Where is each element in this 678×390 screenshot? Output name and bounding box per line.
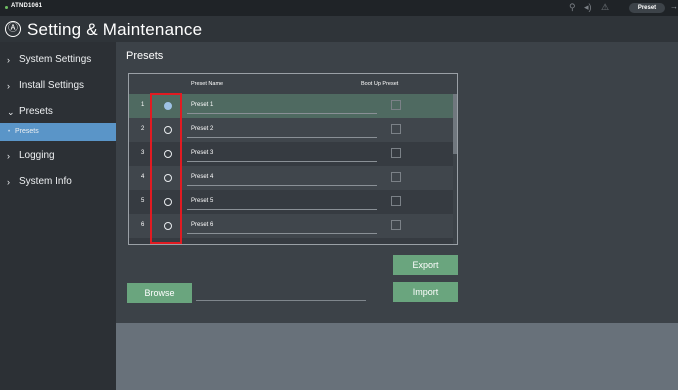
page-title: Presets	[126, 50, 164, 62]
sidebar-subitem-presets[interactable]: • Presets	[0, 123, 116, 141]
link-icon: ⚲	[569, 2, 576, 12]
row-number: 1	[141, 102, 145, 108]
row-number: 4	[141, 174, 145, 180]
sidebar-item-system-settings[interactable]: › System Settings	[0, 48, 116, 72]
lower-panel	[116, 323, 678, 390]
boot-up-preset-checkbox[interactable]	[391, 196, 401, 206]
scrollbar-thumb[interactable]	[453, 94, 457, 154]
sidebar-item-label: Logging	[19, 150, 55, 161]
column-header-preset-name: Preset Name	[191, 81, 224, 87]
table-scrollbar[interactable]	[453, 94, 457, 244]
app-title: Setting & Maintenance	[27, 20, 203, 39]
arrow-right-icon[interactable]: →	[670, 2, 678, 11]
preset-name-field[interactable]: Preset 5	[187, 194, 377, 210]
file-path-field[interactable]	[196, 300, 366, 301]
chevron-right-icon: ›	[7, 177, 10, 187]
preset-button[interactable]: Preset	[629, 3, 665, 13]
sidebar-item-label: System Info	[19, 176, 72, 187]
boot-up-preset-checkbox[interactable]	[391, 220, 401, 230]
device-name: ATND1061	[11, 3, 43, 9]
sidebar-item-system-info[interactable]: › System Info	[0, 170, 116, 194]
chevron-right-icon: ›	[7, 81, 10, 91]
bullet-icon: •	[8, 129, 11, 135]
chevron-right-icon: ›	[7, 55, 10, 65]
preset-name-field[interactable]: Preset 2	[187, 122, 377, 138]
top-bar: ATND1061 ⚲ ◂) ⚠ Preset →	[0, 0, 678, 16]
preset-name-field[interactable]: Preset 1	[187, 98, 377, 114]
export-button[interactable]: Export	[393, 255, 458, 275]
table-header: Preset Name Boot Up Preset	[129, 74, 457, 94]
column-header-boot-up-preset: Boot Up Preset	[361, 81, 399, 87]
row-number: 5	[141, 198, 145, 204]
import-button[interactable]: Import	[393, 282, 458, 302]
chevron-right-icon: ›	[7, 151, 10, 161]
row-number: 6	[141, 222, 145, 228]
signal-icon: ◂)	[584, 2, 592, 12]
sidebar-item-presets[interactable]: ⌄ Presets	[0, 100, 116, 124]
sidebar: › System Settings › Install Settings ⌄ P…	[0, 42, 116, 390]
radio-column-highlight	[150, 93, 182, 244]
title-bar: Ⓐ Setting & Maintenance	[0, 16, 678, 42]
sidebar-item-install-settings[interactable]: › Install Settings	[0, 74, 116, 98]
row-number: 3	[141, 150, 145, 156]
chevron-down-icon: ⌄	[7, 107, 15, 117]
audio-technica-logo-icon: Ⓐ	[5, 21, 21, 37]
status-dot-icon	[5, 6, 8, 9]
boot-up-preset-checkbox[interactable]	[391, 148, 401, 158]
sidebar-item-label: Install Settings	[19, 80, 85, 91]
sidebar-item-label: Presets	[19, 106, 53, 117]
sidebar-item-label: System Settings	[19, 54, 92, 65]
boot-up-preset-checkbox[interactable]	[391, 244, 401, 245]
browse-button[interactable]: Browse	[127, 283, 192, 303]
boot-up-preset-checkbox[interactable]	[391, 124, 401, 134]
preset-name-field[interactable]: Preset 6	[187, 218, 377, 234]
preset-name-field[interactable]: Preset 4	[187, 170, 377, 186]
row-number: 2	[141, 126, 145, 132]
preset-name-field[interactable]: Preset 3	[187, 146, 377, 162]
boot-up-preset-checkbox[interactable]	[391, 172, 401, 182]
boot-up-preset-checkbox[interactable]	[391, 100, 401, 110]
warning-icon: ⚠	[601, 2, 610, 12]
sidebar-item-logging[interactable]: › Logging	[0, 144, 116, 168]
sidebar-item-label: Presets	[15, 128, 39, 135]
